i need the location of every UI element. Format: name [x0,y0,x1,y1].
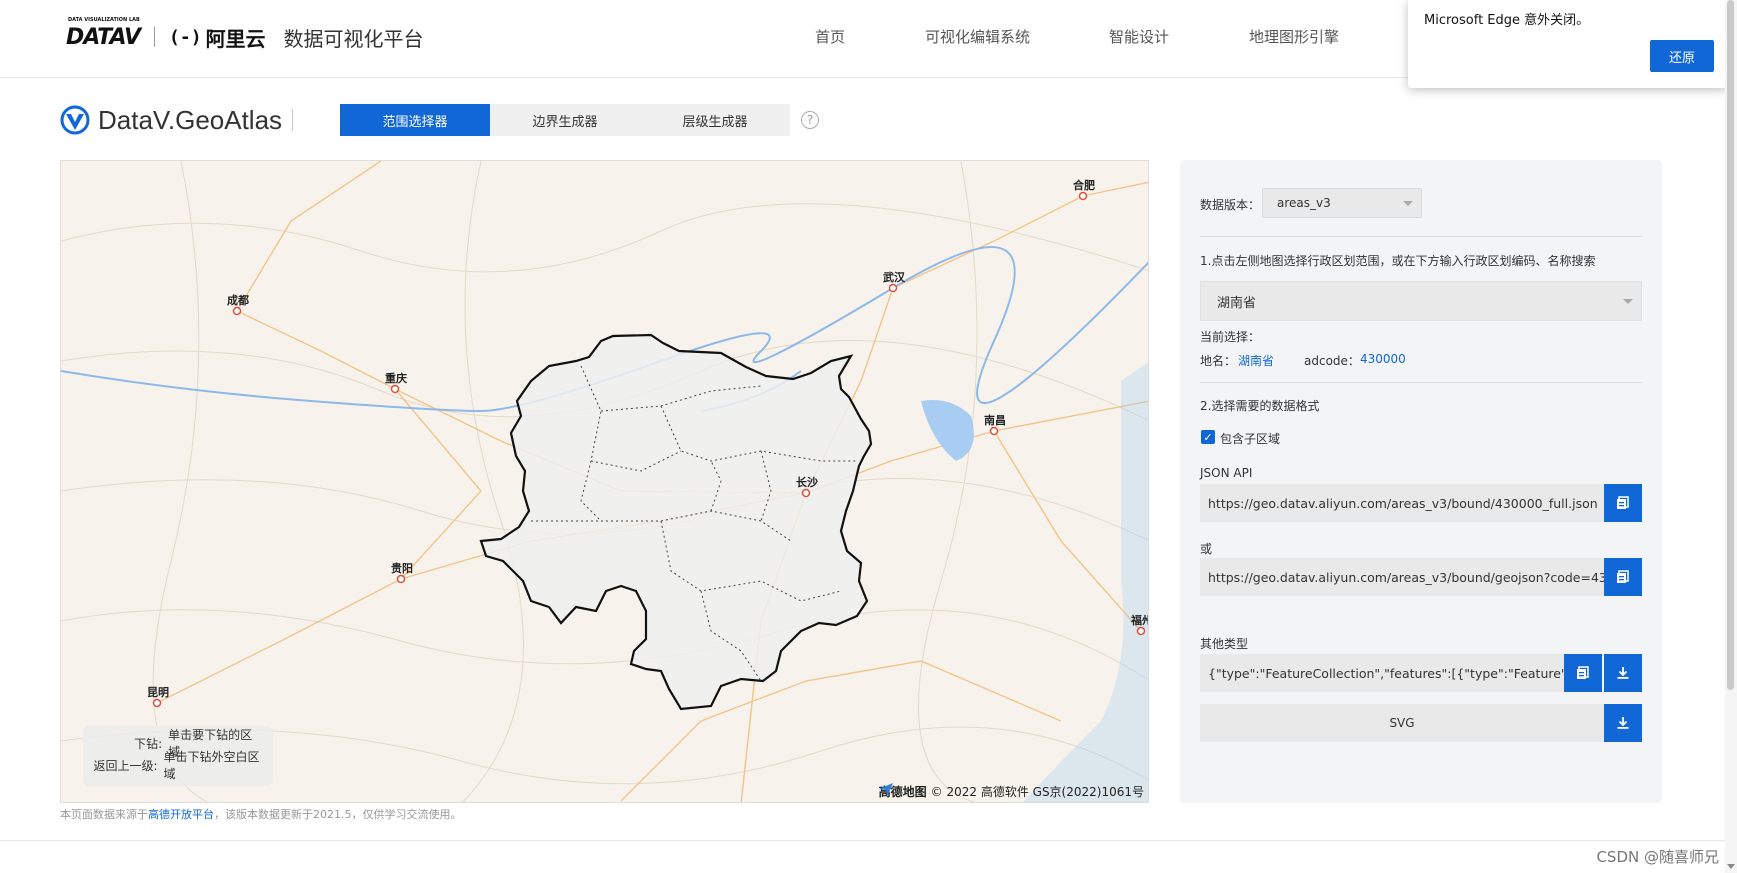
download-icon [1617,667,1629,679]
chevron-down-icon [1403,201,1413,206]
city-label: 成都 [227,293,249,307]
or-label: 或 [1200,542,1213,556]
city-marker [888,283,898,293]
app-name: DataV.GeoAtlas [98,104,283,135]
include-subregions-checkbox[interactable]: ✓ [1201,430,1215,444]
map-attribution: 高德地图 © 2022 高德软件 GS京(2022)1061号 [878,783,1144,800]
restore-button[interactable]: 还原 [1650,40,1714,72]
navigation-hint: 下钻: 单击要下钻的区域 返回上一级: 单击下钻外空白区域 [83,726,273,786]
scrollbar-thumb[interactable] [1727,0,1734,690]
version-select[interactable]: areas_v3 [1262,188,1422,218]
city-label: 合肥 [1073,178,1095,192]
nav-home[interactable]: 首页 [815,26,845,47]
page-scrollbar[interactable] [1725,0,1737,873]
city-marker [232,306,242,316]
step1-instruction: 1.点击左侧地图选择行政区划范围，或在下方输入行政区划编码、名称搜索 [1200,254,1596,268]
city-label: 福州 [1130,613,1149,627]
city-marker [801,488,811,498]
tab-range-selector[interactable]: 范围选择器 [340,104,490,136]
region-search-select[interactable]: 湖南省 [1200,281,1642,321]
nav-smart-design[interactable]: 智能设计 [1109,26,1169,47]
place-name-label: 地名： [1200,354,1237,368]
map-canvas[interactable]: 成都重庆武汉南昌贵阳合肥南京昆明长沙福州 [61,161,1149,803]
city-label: 贵阳 [391,561,413,575]
city-marker [152,698,162,708]
copy-geojson-url-button[interactable] [1604,558,1642,596]
city-marker [1136,626,1146,636]
city-label: 重庆 [385,371,407,385]
geoatlas-logo-icon [60,105,90,135]
drill-down-key: 下钻: [134,736,163,751]
geojson-content-preview[interactable]: {"type":"FeatureCollection","features":[… [1200,654,1564,692]
city-label: 南昌 [984,413,1006,427]
amap-open-platform-link[interactable]: 高德开放平台 [148,808,214,821]
adcode-value: 430000 [1360,352,1406,366]
copy-icon [1617,570,1629,583]
tool-tabs: 范围选择器 边界生成器 层级生成器 [340,104,790,136]
go-up-key: 返回上一级: [93,758,158,773]
current-selection-label: 当前选择： [1200,330,1261,344]
city-marker [390,384,400,394]
chevron-down-icon [1623,299,1633,304]
data-source-note: 本页面数据来源于高德开放平台，该版本数据更新于2021.5，仅供学习交流使用。 [60,806,462,822]
panel-divider [1200,236,1642,237]
download-icon [1617,717,1629,729]
popup-message: Microsoft Edge 意外关闭。 [1424,13,1590,28]
csdn-watermark: CSDN @随喜师兄 [1596,848,1719,866]
settings-panel: 数据版本： areas_v3 1.点击左侧地图选择行政区划范围，或在下方输入行政… [1180,160,1662,803]
city-label: 武汉 [883,270,906,284]
map-view[interactable]: 成都重庆武汉南昌贵阳合肥南京昆明长沙福州 下钻: 单击要下钻的区域 返回上一级:… [60,160,1149,803]
copy-icon [1577,666,1589,679]
download-svg-button[interactable] [1604,704,1642,742]
svg-format-label: SVG [1200,704,1604,742]
attribution-text: © 2022 高德软件 GS京(2022)1061号 [930,785,1144,799]
version-label: 数据版本： [1200,198,1261,212]
panel-divider [1200,382,1642,383]
app-heading: DataV.GeoAtlas [60,102,294,138]
amap-logo-icon [878,783,893,795]
tab-level-generator[interactable]: 层级生成器 [640,104,790,136]
json-api-url[interactable]: https://geo.datav.aliyun.com/areas_v3/bo… [1200,484,1604,522]
city-marker [989,426,999,436]
tab-boundary-generator[interactable]: 边界生成器 [490,104,640,136]
source-suffix: ，该版本数据更新于2021.5，仅供学习交流使用。 [214,808,462,821]
geojson-url[interactable]: https://geo.datav.aliyun.com/areas_v3/bo… [1200,558,1604,596]
help-icon[interactable]: ? [801,111,819,129]
copy-json-api-button[interactable] [1604,484,1642,522]
other-types-label: 其他类型 [1200,637,1249,651]
include-subregions-label: 包含子区域 [1220,432,1281,446]
copy-geojson-content-button[interactable] [1564,654,1602,692]
place-name-value: 湖南省 [1238,354,1275,368]
bottom-strip [0,840,1737,873]
copy-icon [1617,496,1629,509]
source-prefix: 本页面数据来源于 [60,808,148,821]
city-marker [1078,191,1088,201]
city-marker [396,574,406,584]
city-label: 昆明 [147,686,169,699]
scroll-down-arrow-icon[interactable] [1727,864,1735,869]
nav-geo-engine[interactable]: 地理图形引擎 [1249,26,1339,47]
step2-instruction: 2.选择需要的数据格式 [1200,399,1320,413]
go-up-value: 单击下钻外空白区域 [163,750,260,781]
edge-restore-popup: Microsoft Edge 意外关闭。 还原 [1408,0,1728,88]
region-value: 湖南省 [1217,295,1257,311]
app-name-divider [292,109,294,131]
download-geojson-button[interactable] [1604,654,1642,692]
adcode-label: adcode： [1304,354,1360,368]
version-value: areas_v3 [1277,196,1331,210]
logo-small-text: DATA VISUALIZATION LAB [68,16,140,23]
nav-visual-editor[interactable]: 可视化编辑系统 [925,26,1030,47]
city-label: 长沙 [796,475,818,489]
json-api-label: JSON API [1200,466,1253,480]
